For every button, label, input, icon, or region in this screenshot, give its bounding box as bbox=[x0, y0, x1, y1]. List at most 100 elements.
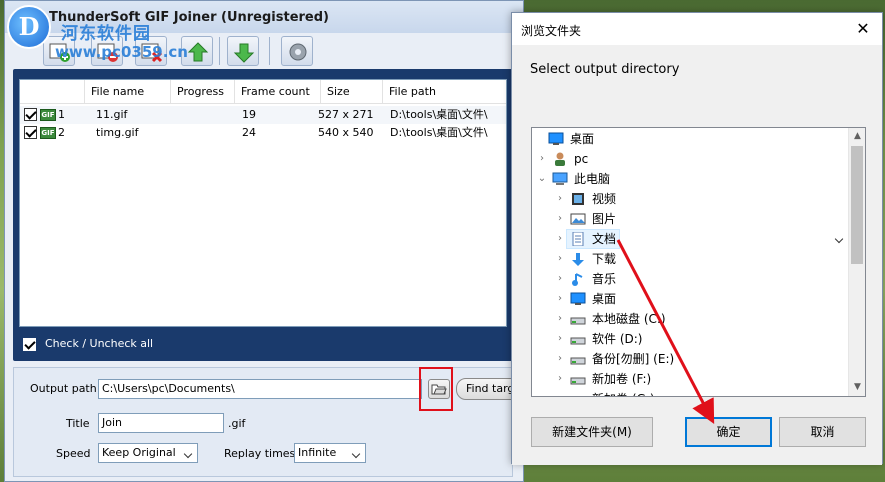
cell-frame-count: 19 bbox=[242, 108, 256, 121]
tree-node[interactable]: › pc bbox=[532, 149, 848, 169]
col-progress[interactable]: Progress bbox=[170, 80, 234, 104]
chevron-down-icon[interactable]: ⌄ bbox=[536, 169, 548, 189]
cell-size: 527 x 271 bbox=[318, 108, 374, 121]
col-file-path[interactable]: File path bbox=[382, 80, 508, 104]
move-up-icon bbox=[187, 42, 209, 62]
folder-tree: 桌面 › pc ⌄ 此电脑 › 视频 › 图片 › 文档 › 下载 › 音乐 › 桌面 › 本地磁盘 (C:) › 软件… bbox=[531, 127, 866, 397]
tree-node[interactable]: › 本地磁盘 (C:) bbox=[532, 309, 848, 329]
replay-times-select[interactable]: Infinite bbox=[294, 443, 366, 463]
dialog-body: Select output directory 桌面 › pc ⌄ 此电脑 › 视频 › 图片 ›… bbox=[512, 45, 882, 465]
settings-icon bbox=[289, 43, 307, 61]
tree-node-label: 软件 (D:) bbox=[592, 332, 643, 346]
tree-node[interactable]: › 新加卷 (G:) bbox=[532, 389, 848, 397]
table-row[interactable]: GIF 2 timg.gif 24 540 x 540 D:\tools\桌面\… bbox=[20, 124, 506, 142]
row-checkbox[interactable] bbox=[24, 126, 37, 139]
tree-node-label: 桌面 bbox=[592, 292, 617, 306]
scroll-down-icon[interactable]: ▼ bbox=[849, 379, 865, 396]
tree-node-label: 备份[勿删] (E:) bbox=[592, 352, 675, 366]
move-down-button[interactable] bbox=[227, 36, 259, 66]
documents-folder-icon bbox=[572, 232, 584, 246]
tree-node[interactable]: › 新加卷 (F:) bbox=[532, 369, 848, 389]
cell-size: 540 x 540 bbox=[318, 126, 374, 139]
cell-file-name: 11.gif bbox=[96, 108, 128, 121]
tree-node[interactable]: 桌面 bbox=[532, 129, 848, 149]
chevron-right-icon[interactable]: › bbox=[554, 269, 566, 289]
tree-node-label: pc bbox=[574, 152, 589, 166]
dialog-close-button[interactable]: ✕ bbox=[850, 17, 876, 41]
toolbar-separator bbox=[269, 37, 270, 65]
cancel-button[interactable]: 取消 bbox=[779, 417, 866, 447]
move-down-icon bbox=[233, 43, 255, 63]
chevron-right-icon[interactable]: › bbox=[536, 149, 548, 169]
music-folder-icon bbox=[572, 273, 583, 286]
tree-node-label: 图片 bbox=[592, 212, 617, 226]
ok-button[interactable]: 确定 bbox=[685, 417, 772, 447]
title-label: Title bbox=[66, 417, 90, 430]
cell-frame-count: 24 bbox=[242, 126, 256, 139]
replay-times-label: Replay times bbox=[224, 447, 296, 460]
chevron-right-icon[interactable]: › bbox=[554, 329, 566, 349]
output-path-field[interactable]: C:\Users\pc\Documents\ bbox=[98, 379, 422, 399]
dialog-title-bar: 浏览文件夹 ✕ bbox=[512, 13, 882, 45]
desktop-icon bbox=[570, 292, 586, 305]
tree-node-label: 音乐 bbox=[592, 272, 617, 286]
dialog-instruction: Select output directory bbox=[530, 62, 680, 77]
settings-button[interactable] bbox=[281, 36, 313, 66]
computer-icon bbox=[552, 172, 568, 185]
scroll-thumb[interactable] bbox=[851, 146, 863, 264]
tree-node-label: 新加卷 (G:) bbox=[592, 389, 655, 396]
tree-node-label: 视频 bbox=[592, 192, 617, 206]
tree-node[interactable]: › 图片 bbox=[532, 209, 848, 229]
chevron-right-icon[interactable]: › bbox=[554, 309, 566, 329]
chevron-right-icon[interactable]: › bbox=[554, 389, 566, 396]
title-field[interactable]: Join bbox=[98, 413, 224, 433]
desktop-icon bbox=[548, 132, 564, 145]
col-frame-count[interactable]: Frame count bbox=[234, 80, 320, 104]
row-index: 2 bbox=[58, 126, 65, 139]
col-size[interactable]: Size bbox=[320, 80, 382, 104]
tree-node[interactable]: › 文档 bbox=[532, 229, 848, 249]
tree-node-label: 此电脑 bbox=[574, 172, 611, 186]
file-list-header: File name Progress Frame count Size File… bbox=[20, 80, 506, 104]
user-icon bbox=[555, 152, 565, 166]
tree-scrollbar[interactable]: ▲ ▼ bbox=[848, 128, 865, 396]
drive-icon bbox=[570, 392, 586, 397]
chevron-right-icon[interactable]: › bbox=[554, 189, 566, 209]
new-folder-button[interactable]: 新建文件夹(M) bbox=[531, 417, 653, 447]
cell-file-name: timg.gif bbox=[96, 126, 139, 139]
annotation-highlight-box bbox=[419, 367, 453, 411]
cell-file-path: D:\tools\桌面\文件\ bbox=[390, 108, 488, 121]
row-checkbox[interactable] bbox=[24, 108, 37, 121]
downloads-folder-icon bbox=[572, 253, 584, 266]
drive-icon bbox=[570, 357, 586, 365]
row-index: 1 bbox=[58, 108, 65, 121]
cell-file-path: D:\tools\桌面\文件\ bbox=[390, 126, 488, 139]
scroll-up-icon[interactable]: ▲ bbox=[849, 128, 865, 145]
tree-node[interactable]: › 下载 bbox=[532, 249, 848, 269]
file-list-panel: File name Progress Frame count Size File… bbox=[13, 69, 513, 361]
file-list: File name Progress Frame count Size File… bbox=[19, 79, 507, 327]
speed-select[interactable]: Keep Original bbox=[98, 443, 198, 463]
watermark-text: 河东软件园 bbox=[61, 24, 151, 44]
toolbar-separator bbox=[219, 37, 220, 65]
drive-icon bbox=[570, 337, 586, 345]
cell-progress bbox=[170, 124, 176, 142]
chevron-right-icon[interactable]: › bbox=[554, 249, 566, 269]
table-row[interactable]: GIF 1 11.gif 19 527 x 271 D:\tools\桌面\文件… bbox=[20, 106, 506, 124]
chevron-right-icon[interactable]: › bbox=[554, 289, 566, 309]
col-file-name[interactable]: File name bbox=[84, 80, 170, 104]
watermark-url: www.pc0359.cn bbox=[55, 43, 188, 61]
drive-icon bbox=[570, 377, 586, 385]
tree-node[interactable]: › 软件 (D:) bbox=[532, 329, 848, 349]
tree-node[interactable]: › 视频 bbox=[532, 189, 848, 209]
chevron-right-icon[interactable]: › bbox=[554, 229, 566, 249]
chevron-right-icon[interactable]: › bbox=[554, 209, 566, 229]
tree-node[interactable]: ⌄ 此电脑 bbox=[532, 169, 848, 189]
tree-node[interactable]: › 备份[勿删] (E:) bbox=[532, 349, 848, 369]
tree-node-label: 桌面 bbox=[570, 132, 595, 146]
tree-node[interactable]: › 音乐 bbox=[532, 269, 848, 289]
check-all-checkbox[interactable] bbox=[23, 338, 36, 351]
chevron-right-icon[interactable]: › bbox=[554, 369, 566, 389]
chevron-right-icon[interactable]: › bbox=[554, 349, 566, 369]
tree-node[interactable]: › 桌面 bbox=[532, 289, 848, 309]
